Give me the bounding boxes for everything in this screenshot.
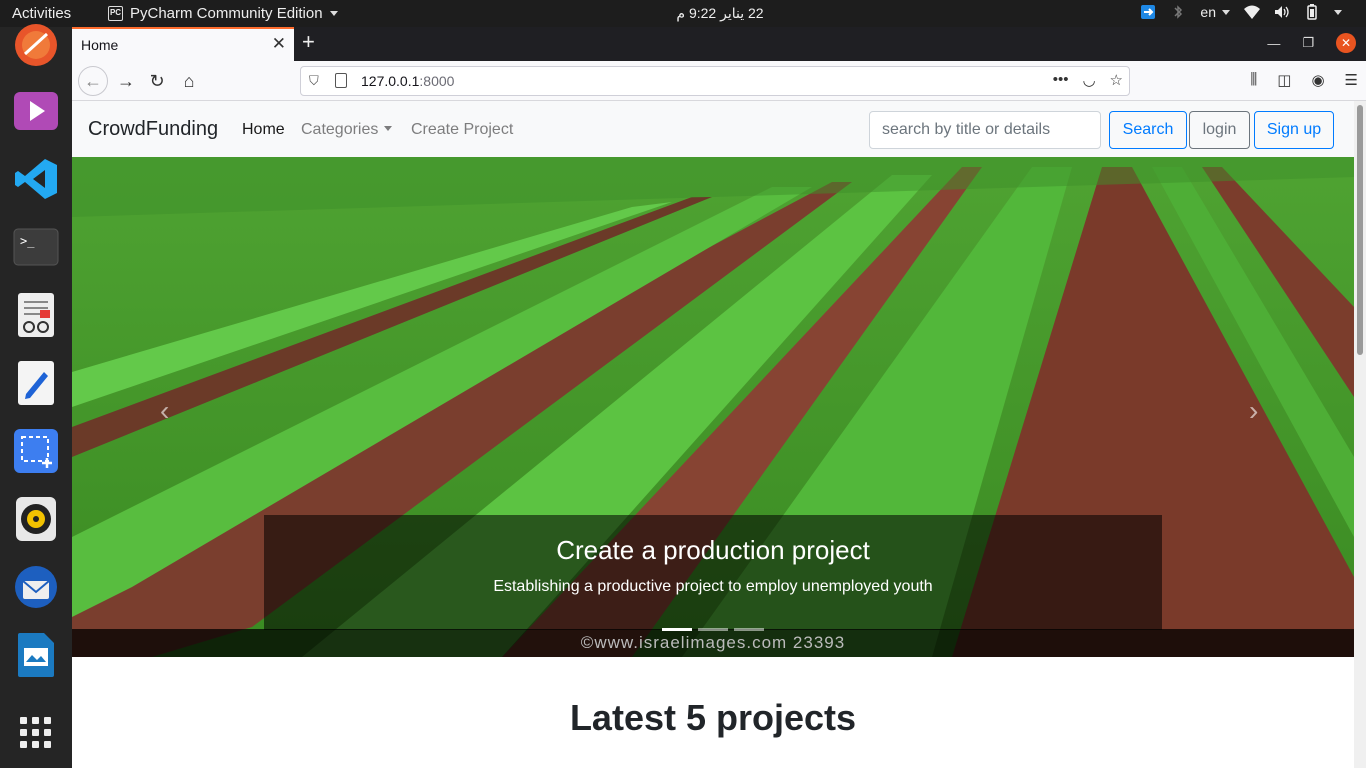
text-editor-launcher[interactable] — [12, 359, 60, 407]
carousel-indicator[interactable] — [662, 628, 692, 631]
browser-toolbar: ← → ↻ ⌂ ⛉ 127.0.0.1:8000 ••• ◡ ☆ ⫼ ◫ ◉ ☰ — [72, 61, 1366, 101]
reload-icon[interactable]: ↻ — [143, 67, 171, 95]
login-button[interactable]: login — [1189, 111, 1250, 149]
image-watermark: ©www.israelimages.com 23393 — [72, 629, 1354, 657]
bluetooth-icon[interactable] — [1170, 4, 1186, 20]
carousel-caption: Create a production project Establishing… — [264, 515, 1162, 630]
dock: >_ — [0, 24, 72, 768]
tab-title: Home — [81, 37, 119, 53]
library-icon[interactable]: ⫼ — [1250, 71, 1257, 89]
terminal-launcher[interactable]: >_ — [12, 223, 60, 271]
close-tab-icon[interactable]: ✕ — [272, 34, 286, 54]
tab-home[interactable]: Home ✕ — [72, 27, 294, 61]
vscode-launcher[interactable] — [12, 155, 60, 203]
chevron-down-icon — [329, 11, 338, 16]
url-port: :8000 — [419, 73, 455, 89]
forward-icon[interactable]: → — [112, 67, 140, 95]
volume-icon[interactable] — [1274, 4, 1290, 20]
firefox-launcher[interactable] — [12, 21, 60, 69]
libreoffice-impress-launcher[interactable] — [12, 631, 60, 679]
firefox-window: Home ✕ + — ❐ ✕ ← → ↻ ⌂ ⛉ 127.0.0.1:8000 … — [72, 27, 1366, 768]
account-icon[interactable]: ◉ — [1311, 71, 1324, 89]
page-actions-icon[interactable]: ••• — [1053, 71, 1069, 89]
svg-text:>_: >_ — [20, 234, 35, 248]
home-icon[interactable]: ⌂ — [175, 67, 203, 95]
site-brand[interactable]: CrowdFunding — [88, 118, 218, 141]
window-controls: — ❐ ✕ — [1267, 33, 1356, 53]
back-icon[interactable]: ← — [78, 66, 108, 96]
url-actions: ••• ◡ ☆ — [1053, 71, 1123, 89]
text-editor-icon — [18, 361, 54, 405]
nav-categories-label: Categories — [301, 121, 379, 138]
bookmark-star-icon[interactable]: ☆ — [1110, 71, 1123, 89]
firefox-icon — [15, 24, 57, 66]
new-tab-icon[interactable]: + — [302, 29, 315, 55]
carousel-next-icon[interactable]: › — [1249, 395, 1258, 427]
pocket-icon[interactable]: ◡ — [1082, 71, 1095, 89]
clock[interactable]: 22 يناير 9:22 م — [650, 5, 790, 22]
media-player-launcher[interactable] — [12, 87, 60, 135]
url-bar[interactable]: ⛉ 127.0.0.1:8000 ••• ◡ ☆ — [300, 66, 1130, 96]
carousel-indicators — [662, 628, 764, 631]
language-selector[interactable]: en — [1200, 4, 1230, 20]
app-menu-label: PyCharm Community Edition — [130, 5, 323, 22]
app-menu[interactable]: PC PyCharm Community Edition — [108, 5, 338, 22]
nav-home[interactable]: Home — [242, 121, 285, 139]
shield-icon[interactable]: ⛉ — [309, 73, 319, 89]
caption-title: Create a production project — [556, 535, 870, 565]
language-label: en — [1200, 4, 1216, 20]
system-top-bar: Activities PC PyCharm Community Edition … — [0, 0, 1366, 27]
thunderbird-icon — [15, 566, 57, 608]
vscode-icon — [15, 159, 57, 199]
nav-categories[interactable]: Categories — [301, 121, 393, 139]
carousel-indicator[interactable] — [734, 628, 764, 631]
caption-text: Establishing a productive project to emp… — [493, 578, 933, 595]
maximize-icon[interactable]: ❐ — [1302, 35, 1314, 51]
nav-create-project[interactable]: Create Project — [411, 121, 513, 139]
play-icon — [14, 92, 58, 130]
rhythmbox-launcher[interactable] — [12, 495, 60, 543]
close-window-icon[interactable]: ✕ — [1336, 33, 1356, 53]
sync-icon[interactable] — [1140, 4, 1156, 20]
speaker-icon — [16, 497, 56, 541]
sidebar-icon[interactable]: ◫ — [1277, 71, 1291, 89]
tab-strip: Home ✕ + — ❐ ✕ — [72, 27, 1366, 61]
screenshot-icon — [14, 429, 58, 473]
carousel-prev-icon[interactable]: ‹ — [160, 395, 169, 427]
carousel-indicator[interactable] — [698, 628, 728, 631]
hero-carousel: ‹ › Create a production project Establis… — [72, 157, 1354, 657]
url-text[interactable]: 127.0.0.1:8000 — [361, 73, 454, 89]
screenshot-launcher[interactable] — [12, 427, 60, 475]
toolbar-right: ⫼ ◫ ◉ ☰ — [1250, 71, 1358, 89]
system-tray[interactable]: en — [1140, 4, 1342, 20]
page-icon[interactable] — [335, 73, 347, 88]
search-input[interactable] — [869, 111, 1101, 149]
page-scrollbar[interactable] — [1354, 101, 1366, 768]
search-button[interactable]: Search — [1109, 111, 1187, 149]
chevron-down-icon — [1222, 9, 1230, 15]
battery-icon[interactable] — [1304, 4, 1320, 20]
url-host: 127.0.0.1 — [361, 73, 420, 89]
document-viewer-launcher[interactable] — [12, 291, 60, 339]
signup-button[interactable]: Sign up — [1254, 111, 1334, 149]
wifi-icon[interactable] — [1244, 4, 1260, 20]
scrollbar-thumb[interactable] — [1357, 105, 1363, 355]
hamburger-menu-icon[interactable]: ☰ — [1345, 71, 1358, 89]
section-title: Latest 5 projects — [569, 697, 857, 738]
terminal-icon: >_ — [13, 228, 59, 266]
page-viewport: CrowdFunding Home Categories Create Proj… — [72, 101, 1366, 768]
site-navbar: CrowdFunding Home Categories Create Proj… — [72, 101, 1354, 157]
activities-button[interactable]: Activities — [12, 5, 71, 22]
pycharm-icon: PC — [108, 6, 123, 21]
thunderbird-launcher[interactable] — [12, 563, 60, 611]
chevron-down-icon[interactable] — [1334, 9, 1342, 15]
show-applications-icon[interactable] — [20, 717, 52, 749]
minimize-icon[interactable]: — — [1267, 36, 1280, 51]
document-viewer-icon — [18, 293, 54, 337]
caret-down-icon — [384, 126, 393, 131]
libreoffice-icon — [18, 633, 54, 677]
